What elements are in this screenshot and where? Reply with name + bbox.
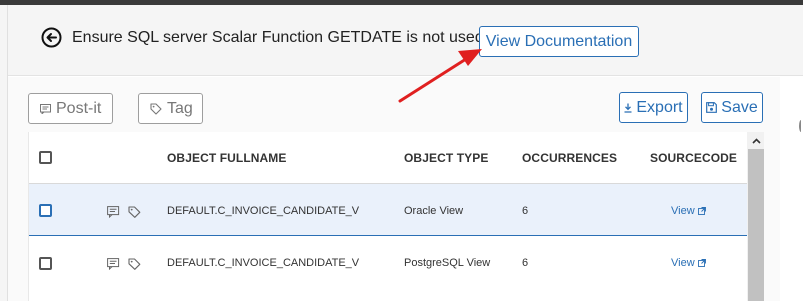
floppy-disk-icon (706, 102, 718, 113)
tag-icon (150, 102, 162, 115)
column-header-fullname[interactable]: OBJECT FULLNAME (167, 151, 287, 165)
rule-title: Ensure SQL server Scalar Function GETDAT… (72, 29, 484, 46)
view-source-link[interactable]: View (671, 257, 706, 269)
scroll-up-button[interactable] (747, 132, 764, 149)
column-header-type[interactable]: OBJECT TYPE (404, 151, 488, 165)
export-button[interactable]: Export (619, 92, 688, 123)
cell-occurrences: 6 (522, 205, 529, 217)
external-link-icon (697, 207, 706, 215)
row-checkbox[interactable] (39, 204, 52, 217)
comment-icon[interactable] (107, 206, 120, 218)
right-column (780, 77, 803, 301)
postit-button[interactable]: Post-it (28, 93, 113, 124)
tag-icon[interactable] (128, 258, 141, 270)
right-edge-marker (799, 120, 803, 132)
view-link-label: View (671, 257, 695, 269)
comment-icon[interactable] (107, 258, 120, 270)
save-button[interactable]: Save (701, 92, 763, 123)
cell-occurrences: 6 (522, 257, 529, 269)
chevron-up-icon (751, 137, 761, 144)
table-row[interactable]: DEFAULT.C_INVOICE_CANDIDATE_V Oracle Vie… (29, 184, 747, 236)
table-scrollbar[interactable] (747, 132, 764, 301)
select-all-checkbox[interactable] (39, 151, 52, 164)
tag-label: Tag (167, 99, 193, 117)
row-checkbox[interactable] (39, 257, 52, 270)
export-label: Export (636, 98, 683, 116)
table-row[interactable]: DEFAULT.C_INVOICE_CANDIDATE_V PostgreSQL… (29, 237, 747, 289)
tag-button[interactable]: Tag (138, 93, 203, 124)
cell-fullname: DEFAULT.C_INVOICE_CANDIDATE_V (167, 257, 360, 269)
column-header-sourcecode[interactable]: SOURCECODE (650, 151, 737, 165)
view-source-link[interactable]: View (671, 205, 706, 217)
scroll-thumb[interactable] (748, 149, 764, 301)
cell-type: Oracle View (404, 205, 464, 217)
back-circle-icon[interactable] (41, 27, 62, 48)
cell-type: PostgreSQL View (404, 257, 491, 269)
tag-icon[interactable] (128, 206, 141, 218)
column-header-occurrences[interactable]: OCCURRENCES (522, 151, 617, 165)
postit-label: Post-it (56, 99, 102, 117)
external-link-icon (697, 259, 706, 267)
view-link-label: View (671, 205, 695, 217)
note-icon (40, 103, 51, 114)
cell-fullname: DEFAULT.C_INVOICE_CANDIDATE_V (167, 205, 360, 217)
view-documentation-button[interactable]: View Documentation (479, 26, 639, 57)
save-label: Save (721, 98, 758, 116)
results-table: OBJECT FULLNAME OBJECT TYPE OCCURRENCES … (28, 132, 764, 301)
table-header: OBJECT FULLNAME OBJECT TYPE OCCURRENCES … (29, 132, 747, 184)
download-icon (624, 103, 632, 113)
left-gutter (0, 5, 8, 301)
